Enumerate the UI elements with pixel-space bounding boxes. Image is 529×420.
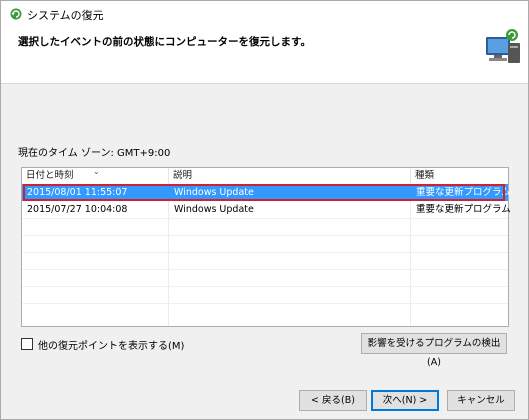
row-divider	[22, 286, 508, 287]
column-header-date[interactable]: 日付と時刻 ⌄	[22, 167, 169, 184]
show-more-points-label: 他の復元ポイントを表示する(M)	[38, 340, 185, 352]
back-button[interactable]: < 戻る(B)	[299, 390, 367, 411]
timezone-label: 現在のタイム ゾーン: GMT+9:00	[18, 148, 171, 159]
system-restore-icon	[10, 8, 22, 20]
row-divider	[22, 303, 508, 304]
cell-date: 2015/08/01 11:55:07	[27, 187, 128, 198]
cell-date: 2015/07/27 10:04:08	[27, 204, 128, 215]
show-more-points-checkbox[interactable]	[21, 338, 33, 350]
cell-type: 重要な更新プログラム	[416, 204, 511, 215]
next-button[interactable]: 次へ(N) >	[371, 390, 439, 411]
column-header-type[interactable]: 種類	[411, 168, 508, 184]
scan-affected-programs-button[interactable]: 影響を受けるプログラムの検出(A)	[361, 333, 507, 368]
cell-description: Windows Update	[174, 204, 254, 215]
table-row[interactable]: 2015/07/27 10:04:08 Windows Update 重要な更新…	[22, 201, 511, 218]
table-row[interactable]: 2015/08/01 11:55:07 Windows Update 重要な更新…	[22, 184, 511, 201]
row-divider	[22, 269, 508, 270]
column-header-description[interactable]: 説明	[169, 168, 411, 184]
sort-arrow-icon: ⌄	[93, 167, 100, 176]
row-divider	[22, 252, 508, 253]
cell-type: 重要な更新プログラム	[416, 187, 511, 198]
restore-computer-icon	[486, 29, 520, 63]
page-heading: 選択したイベントの前の状態にコンピューターを復元します。	[18, 36, 311, 48]
show-more-points-checkbox-row[interactable]: 他の復元ポイントを表示する(M)	[21, 337, 185, 352]
row-divider	[22, 218, 508, 219]
row-divider	[22, 235, 508, 236]
system-restore-window: システムの復元 選択したイベントの前の状態にコンピューターを復元します。 現在の…	[0, 0, 529, 420]
cell-description: Windows Update	[174, 187, 254, 198]
restore-point-list[interactable]: 日付と時刻 ⌄ 説明 種類 2015/08/01 11:55:07 Window…	[21, 167, 511, 327]
cancel-button[interactable]: キャンセル	[447, 390, 515, 411]
window-title: システムの復元	[27, 9, 104, 22]
header-panel: システムの復元 選択したイベントの前の状態にコンピューターを復元します。	[1, 1, 528, 84]
